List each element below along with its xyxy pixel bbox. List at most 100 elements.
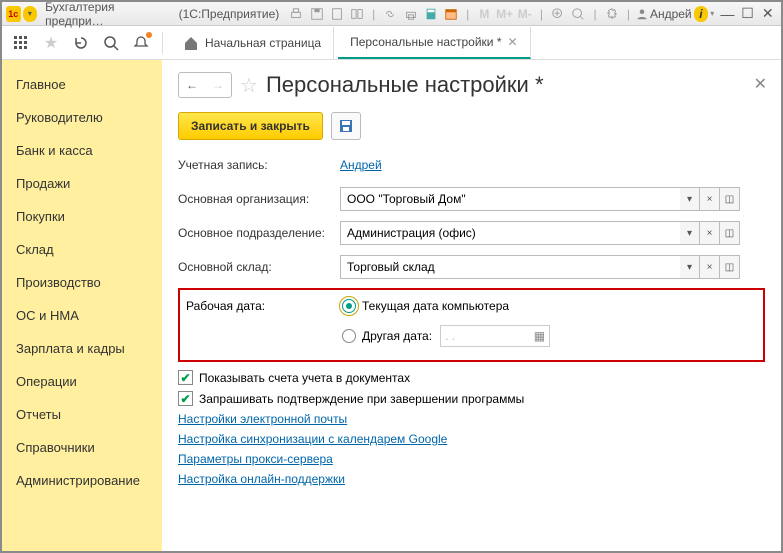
chk-accounts-label: Показывать счета учета в документах <box>199 371 410 385</box>
tab-close-icon[interactable]: ✕ <box>508 35 518 49</box>
link-google-sync[interactable]: Настройка синхронизации с календарем Goo… <box>178 432 765 446</box>
separator: | <box>589 7 600 21</box>
wh-label: Основной склад: <box>178 260 340 274</box>
m-icon[interactable]: M <box>475 4 493 24</box>
nav-purchases[interactable]: Покупки <box>2 200 162 233</box>
link-support[interactable]: Настройка онлайн-поддержки <box>178 472 765 486</box>
org-input[interactable] <box>340 187 680 211</box>
checkbox-show-accounts[interactable]: ✔ Показывать счета учета в документах <box>178 370 765 385</box>
work-date-group: Рабочая дата: Текущая дата компьютера Др… <box>178 288 765 362</box>
info-icon[interactable]: i <box>694 6 709 22</box>
org-clear-icon[interactable]: × <box>700 187 720 211</box>
calendar-icon[interactable] <box>442 4 460 24</box>
link-proxy[interactable]: Параметры прокси-сервера <box>178 452 765 466</box>
app-logo-icon: 1c <box>6 6 21 22</box>
wh-open-icon[interactable]: ◫ <box>720 255 740 279</box>
titlebar: 1c ▾ Бухгалтерия предпри… (1С:Предприяти… <box>2 2 781 26</box>
user-indicator[interactable]: Андрей <box>636 7 692 21</box>
save-button[interactable] <box>331 112 361 140</box>
favorites-icon[interactable]: ★ <box>38 30 64 56</box>
sidebar: Главное Руководителю Банк и касса Продаж… <box>2 60 162 551</box>
tab-home[interactable]: Начальная страница <box>171 27 334 59</box>
org-field: ▾ × ◫ <box>340 187 740 211</box>
home-icon <box>183 35 199 51</box>
nav-manager[interactable]: Руководителю <box>2 101 162 134</box>
nav-main[interactable]: Главное <box>2 68 162 101</box>
dept-dropdown-icon[interactable]: ▾ <box>680 221 700 245</box>
m-minus-icon[interactable]: M- <box>516 4 534 24</box>
favorite-star-icon[interactable]: ☆ <box>240 73 258 98</box>
account-link[interactable]: Андрей <box>340 158 382 172</box>
info-dropdown[interactable]: ▾ <box>710 9 714 18</box>
panel-close-icon[interactable]: ✕ <box>754 74 767 94</box>
header: ← → ☆ Персональные настройки * <box>178 72 765 98</box>
separator <box>162 32 163 54</box>
settings-icon[interactable] <box>603 4 621 24</box>
doc-icon[interactable] <box>328 4 346 24</box>
notifications-icon[interactable] <box>128 30 154 56</box>
radio-unchecked-icon <box>342 329 356 343</box>
nav-refs[interactable]: Справочники <box>2 431 162 464</box>
date-input[interactable]: . . ▦ <box>440 325 550 347</box>
compare-icon[interactable] <box>348 4 366 24</box>
nav-bank[interactable]: Банк и касса <box>2 134 162 167</box>
wh-field: ▾ × ◫ <box>340 255 740 279</box>
user-name: Андрей <box>650 7 692 21</box>
tab-home-label: Начальная страница <box>205 36 321 50</box>
nav-production[interactable]: Производство <box>2 266 162 299</box>
row-dept: Основное подразделение: ▾ × ◫ <box>178 220 765 246</box>
window-maximize[interactable]: ☐ <box>738 5 756 22</box>
checkbox-confirm-exit[interactable]: ✔ Запрашивать подтверждение при завершен… <box>178 391 765 406</box>
save-close-button[interactable]: Записать и закрыть <box>178 112 323 140</box>
print2-icon[interactable] <box>401 4 419 24</box>
row-account: Учетная запись: Андрей <box>178 152 765 178</box>
window-minimize[interactable]: — <box>718 6 736 22</box>
apps-icon[interactable] <box>8 30 34 56</box>
link-email-settings[interactable]: Настройки электронной почты <box>178 412 765 426</box>
nav-ops[interactable]: Операции <box>2 365 162 398</box>
radio-other-date[interactable]: Другая дата: <box>342 329 432 343</box>
window-close[interactable]: ✕ <box>759 5 777 22</box>
org-dropdown-icon[interactable]: ▾ <box>680 187 700 211</box>
wh-dropdown-icon[interactable]: ▾ <box>680 255 700 279</box>
action-bar: Записать и закрыть <box>178 112 765 140</box>
checkbox-checked-icon: ✔ <box>178 370 193 385</box>
forward-button[interactable]: → <box>205 73 231 97</box>
tab-personal-settings[interactable]: Персональные настройки * ✕ <box>338 27 530 59</box>
wh-clear-icon[interactable]: × <box>700 255 720 279</box>
calendar-picker-icon[interactable]: ▦ <box>534 329 545 343</box>
org-open-icon[interactable]: ◫ <box>720 187 740 211</box>
row-wh: Основной склад: ▾ × ◫ <box>178 254 765 280</box>
history-icon[interactable] <box>68 30 94 56</box>
zoom-in-icon[interactable] <box>549 4 567 24</box>
link-icon[interactable] <box>381 4 399 24</box>
print-icon[interactable] <box>287 4 305 24</box>
checkbox-checked-icon: ✔ <box>178 391 193 406</box>
zoom-icon[interactable] <box>569 4 587 24</box>
back-button[interactable]: ← <box>179 73 205 97</box>
nav-warehouse[interactable]: Склад <box>2 233 162 266</box>
radio-current-date[interactable]: Текущая дата компьютера <box>342 299 509 313</box>
separator: | <box>368 7 379 21</box>
search-icon[interactable] <box>98 30 124 56</box>
page-title: Персональные настройки * <box>266 72 544 98</box>
nav-reports[interactable]: Отчеты <box>2 398 162 431</box>
wh-input[interactable] <box>340 255 680 279</box>
nav-hr[interactable]: Зарплата и кадры <box>2 332 162 365</box>
dept-input[interactable] <box>340 221 680 245</box>
nav-assets[interactable]: ОС и НМА <box>2 299 162 332</box>
m-plus-icon[interactable]: M+ <box>495 4 513 24</box>
chk-confirm-label: Запрашивать подтверждение при завершении… <box>199 392 524 406</box>
settings-links: Настройки электронной почты Настройка си… <box>178 412 765 486</box>
body: Главное Руководителю Банк и касса Продаж… <box>2 60 781 551</box>
row-org: Основная организация: ▾ × ◫ <box>178 186 765 212</box>
tab-active-label: Персональные настройки * <box>350 35 501 49</box>
nav-sales[interactable]: Продажи <box>2 167 162 200</box>
dept-clear-icon[interactable]: × <box>700 221 720 245</box>
separator: | <box>536 7 547 21</box>
save-icon[interactable] <box>307 4 325 24</box>
calc-icon[interactable] <box>422 4 440 24</box>
app-menu-dropdown[interactable]: ▾ <box>23 6 38 22</box>
dept-open-icon[interactable]: ◫ <box>720 221 740 245</box>
nav-admin[interactable]: Администрирование <box>2 464 162 497</box>
